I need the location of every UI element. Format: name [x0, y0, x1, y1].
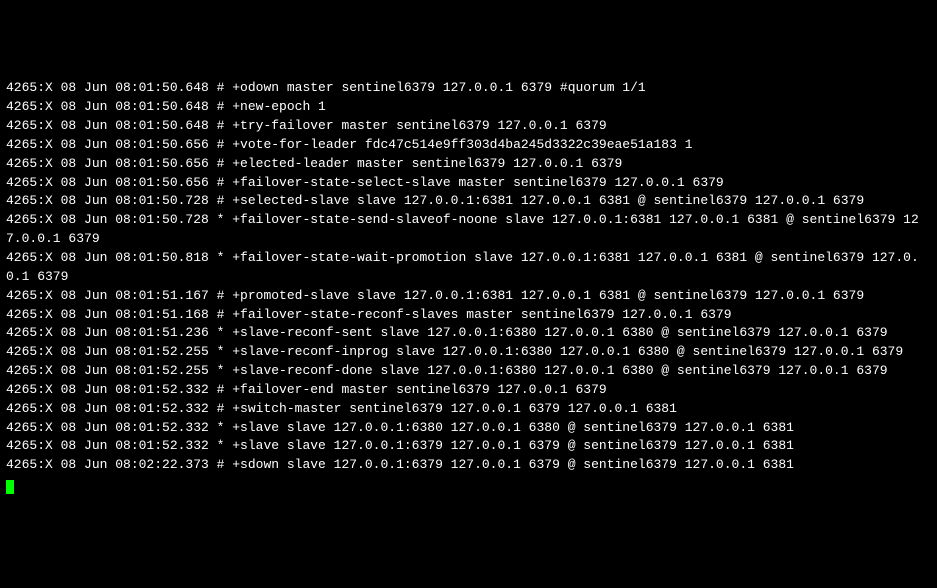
- log-line: 4265:X 08 Jun 08:01:50.648 # +odown mast…: [6, 79, 931, 98]
- log-line: 4265:X 08 Jun 08:01:50.656 # +vote-for-l…: [6, 136, 931, 155]
- log-line: 4265:X 08 Jun 08:01:50.648 # +new-epoch …: [6, 98, 931, 117]
- terminal-cursor: [6, 480, 14, 494]
- log-line: 4265:X 08 Jun 08:02:22.373 # +sdown slav…: [6, 456, 931, 475]
- log-line: 4265:X 08 Jun 08:01:51.236 * +slave-reco…: [6, 324, 931, 343]
- log-line: 4265:X 08 Jun 08:01:52.332 # +failover-e…: [6, 381, 931, 400]
- log-line: 4265:X 08 Jun 08:01:52.255 * +slave-reco…: [6, 362, 931, 381]
- log-line: 4265:X 08 Jun 08:01:52.332 # +switch-mas…: [6, 400, 931, 419]
- log-line: 4265:X 08 Jun 08:01:50.656 # +elected-le…: [6, 155, 931, 174]
- log-line: 4265:X 08 Jun 08:01:52.255 * +slave-reco…: [6, 343, 931, 362]
- log-line: 4265:X 08 Jun 08:01:52.332 * +slave slav…: [6, 419, 931, 438]
- log-line: 4265:X 08 Jun 08:01:50.648 # +try-failov…: [6, 117, 931, 136]
- log-line: 4265:X 08 Jun 08:01:51.167 # +promoted-s…: [6, 287, 931, 306]
- log-line: 4265:X 08 Jun 08:01:50.728 # +selected-s…: [6, 192, 931, 211]
- log-line: 4265:X 08 Jun 08:01:50.728 * +failover-s…: [6, 211, 931, 249]
- terminal-output[interactable]: 4265:X 08 Jun 08:01:50.648 # +odown mast…: [6, 79, 931, 494]
- log-line: 4265:X 08 Jun 08:01:52.332 * +slave slav…: [6, 437, 931, 456]
- log-line: 4265:X 08 Jun 08:01:51.168 # +failover-s…: [6, 306, 931, 325]
- log-line: 4265:X 08 Jun 08:01:50.656 # +failover-s…: [6, 174, 931, 193]
- log-line: 4265:X 08 Jun 08:01:50.818 * +failover-s…: [6, 249, 931, 287]
